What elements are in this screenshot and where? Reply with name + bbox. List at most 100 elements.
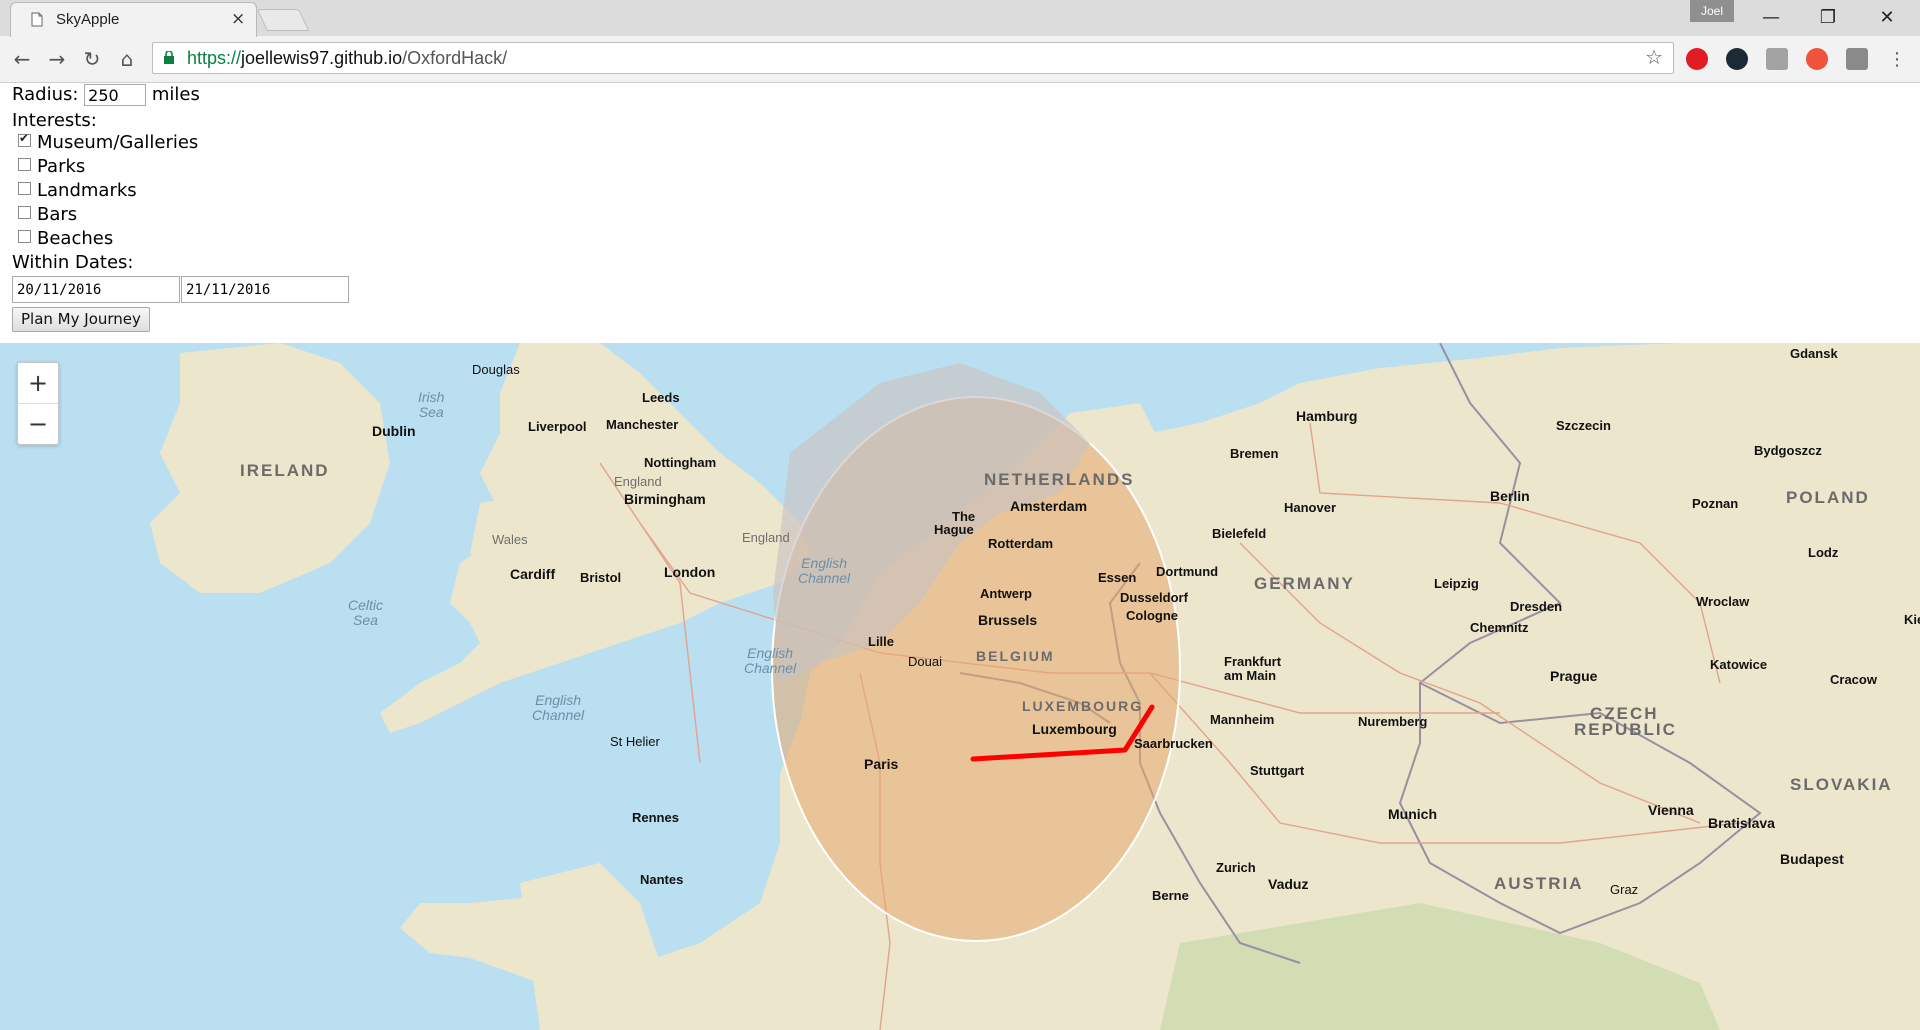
country-label: IRELAND — [240, 461, 330, 480]
bookmark-star-icon[interactable]: ☆ — [1645, 45, 1663, 69]
radius-input[interactable] — [84, 84, 147, 106]
city-label: Bydgoszcz — [1754, 443, 1822, 458]
city-label: Frankfurt — [1224, 654, 1282, 669]
city-label: Cracow — [1830, 672, 1877, 687]
sea-label-line: Irish — [418, 389, 445, 405]
interest-label: Parks — [37, 156, 86, 177]
city-label: Hanover — [1284, 500, 1337, 515]
map-basemap — [150, 343, 1920, 1030]
city-label: Stuttgart — [1250, 763, 1305, 778]
profile-badge[interactable]: Joel — [1690, 0, 1734, 22]
navigation-bar: ← → ↻ ⌂ https://joellewis97.github.io/Ox… — [0, 37, 1920, 81]
interest-parks[interactable]: Parks — [18, 156, 85, 177]
sea-label: Irish Sea — [418, 390, 444, 420]
city-label: Bielefeld — [1212, 526, 1267, 541]
close-window-icon[interactable]: ✕ — [1872, 5, 1902, 30]
minimize-icon[interactable]: — — [1756, 5, 1786, 30]
forward-icon[interactable]: → — [43, 45, 71, 73]
sea-label-line: English — [747, 645, 794, 661]
brittany-land — [520, 863, 660, 1030]
end-date-input[interactable] — [181, 276, 349, 303]
page-content: Radius: miles Interests: Museum/Gallerie… — [0, 82, 1920, 1030]
city-label: Hague — [934, 522, 974, 537]
city-label: Antwerp — [980, 586, 1032, 601]
city-label: Leeds — [642, 390, 680, 405]
country-label: BELGIUM — [976, 648, 1055, 664]
beaches-checkbox[interactable] — [18, 229, 31, 243]
city-label: Nottingham — [644, 455, 717, 470]
sea-label-line: Channel — [744, 660, 797, 676]
city-label: Szczecin — [1556, 418, 1611, 433]
extension-gray-icon[interactable] — [1766, 48, 1788, 70]
extension-photo-icon[interactable] — [1846, 48, 1868, 70]
city-label: Lille — [868, 634, 895, 649]
city-label: Paris — [864, 756, 899, 772]
country-label: SLOVAKIA — [1790, 775, 1893, 794]
interest-landmarks[interactable]: Landmarks — [18, 180, 137, 201]
sea-label-line: Sea — [418, 404, 444, 420]
city-label: Amsterdam — [1010, 498, 1088, 514]
zoom-out-button[interactable]: − — [18, 404, 58, 444]
landmarks-checkbox[interactable] — [18, 181, 31, 195]
city-label: Lodz — [1808, 545, 1839, 560]
city-label: Dublin — [372, 423, 416, 439]
interest-label: Museum/Galleries — [37, 132, 199, 153]
city-label: Mannheim — [1210, 712, 1275, 727]
sea-label-line: Sea — [353, 612, 378, 628]
city-label: Rennes — [632, 810, 679, 825]
interest-museum-galleries[interactable]: Museum/Galleries — [18, 131, 199, 153]
address-bar[interactable]: https://joellewis97.github.io/OxfordHack… — [152, 42, 1674, 74]
city-label: Prague — [1550, 668, 1598, 684]
city-label: Luxembourg — [1032, 721, 1117, 737]
tab-skyapple[interactable]: SkyApple × — [10, 2, 257, 37]
city-label: Vienna — [1648, 802, 1694, 818]
menu-icon[interactable]: ⋮ — [1888, 49, 1906, 70]
city-label: Vaduz — [1268, 876, 1309, 892]
browser-chrome: SkyApple × Joel — ❐ ✕ ← → ↻ ⌂ https://jo… — [0, 0, 1920, 83]
city-label: Essen — [1098, 570, 1137, 585]
sea-label: English Channel — [744, 646, 796, 676]
museum-checkbox[interactable] — [18, 131, 31, 147]
interest-beaches[interactable]: Beaches — [18, 228, 113, 249]
city-label: Nantes — [640, 872, 684, 887]
city-label: Wroclaw — [1696, 594, 1750, 609]
city-label: Leipzig — [1434, 576, 1479, 591]
ublock-icon[interactable] — [1726, 48, 1748, 70]
plan-journey-button[interactable]: Plan My Journey — [12, 307, 150, 332]
bars-checkbox[interactable] — [18, 205, 31, 219]
interest-bars[interactable]: Bars — [18, 204, 77, 225]
city-label: Douglas — [472, 362, 520, 377]
city-label: Bratislava — [1708, 815, 1775, 831]
city-label: Munich — [1388, 806, 1437, 822]
city-label: Brussels — [978, 612, 1038, 628]
city-label: Berne — [1152, 888, 1189, 903]
tab-strip: SkyApple × Joel — ❐ ✕ — [0, 0, 1920, 37]
sea-label: Celtic Sea — [348, 598, 383, 628]
parks-checkbox[interactable] — [18, 157, 31, 171]
adblock-icon[interactable] — [1806, 48, 1828, 70]
reload-icon[interactable]: ↻ — [78, 45, 106, 73]
home-icon[interactable]: ⌂ — [113, 45, 141, 73]
region-label: Wales — [492, 532, 528, 547]
new-tab-button[interactable] — [256, 9, 310, 31]
region-label: England — [614, 474, 662, 489]
city-label: Rotterdam — [988, 536, 1054, 551]
restore-icon[interactable]: ❐ — [1813, 5, 1843, 30]
tab-title: SkyApple — [56, 11, 120, 28]
city-label: Berlin — [1490, 488, 1530, 504]
city-label: Saarbrucken — [1134, 736, 1213, 751]
back-icon[interactable]: ← — [8, 45, 36, 73]
url-path: /OxfordHack/ — [402, 48, 508, 68]
url-protocol: https:// — [187, 48, 242, 68]
opera-icon[interactable] — [1686, 48, 1708, 70]
city-label: Cologne — [1126, 608, 1178, 623]
city-label: Dusseldorf — [1120, 590, 1188, 605]
city-label: Dortmund — [1156, 564, 1219, 579]
start-date-input[interactable] — [12, 276, 180, 303]
city-label: Budapest — [1780, 851, 1844, 867]
tab-close-icon[interactable]: × — [231, 9, 245, 29]
interests-label: Interests: — [12, 110, 97, 131]
map[interactable]: IRELAND NETHERLANDS BELGIUM LUXEMBOURG G… — [0, 343, 1920, 1030]
sea-label: English Channel — [532, 693, 584, 723]
zoom-in-button[interactable]: + — [18, 363, 58, 404]
